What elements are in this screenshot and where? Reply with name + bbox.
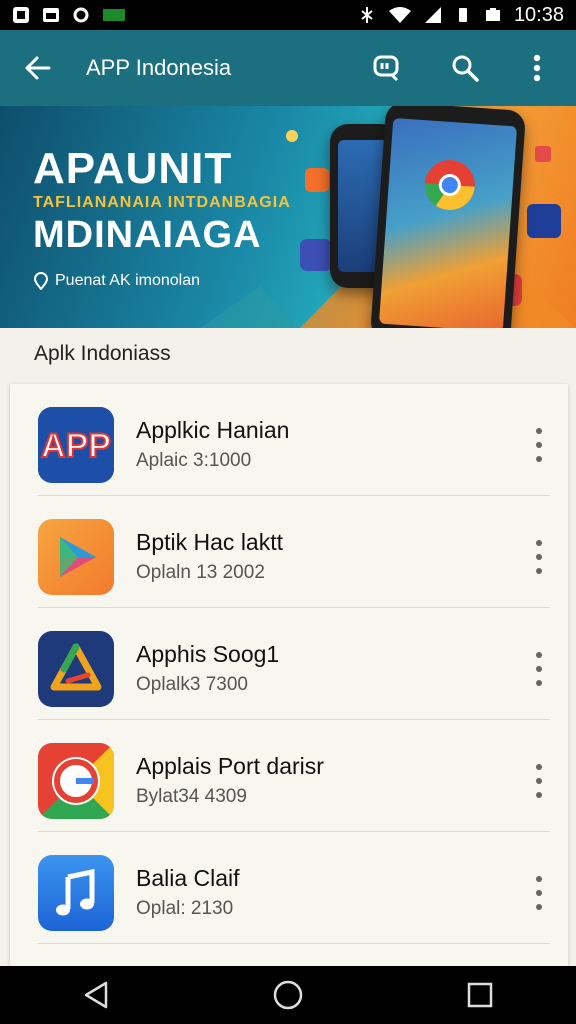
arrow-back-icon: [25, 56, 51, 80]
circle-home-icon: [273, 980, 303, 1010]
divider: [38, 607, 550, 608]
nav-back-button[interactable]: [61, 966, 131, 1024]
search-button[interactable]: [426, 30, 504, 106]
search-icon: [452, 55, 479, 82]
app-bar-title: APP Indonesia: [86, 55, 232, 80]
overflow-menu-button[interactable]: [504, 30, 570, 106]
chrome-logo-icon: [424, 160, 475, 211]
triangle-back-icon: [84, 981, 108, 1009]
back-button[interactable]: [8, 30, 68, 106]
more-options-button[interactable]: [528, 428, 550, 462]
divider: [38, 719, 550, 720]
app-letters-icon: APP: [38, 407, 114, 483]
app-name: Applais Port darisr: [136, 753, 324, 779]
app-meta: Oplalk3 7300: [136, 674, 248, 695]
divider: [38, 943, 550, 944]
more-options-button[interactable]: [528, 540, 550, 574]
app-meta: Aplaic 3:1000: [136, 450, 252, 471]
app-name: Bptik Hac laktt: [136, 529, 283, 555]
more-vert-icon: [533, 54, 541, 82]
chat-button[interactable]: [348, 30, 426, 106]
app-meta: Oplaln 13 2002: [136, 562, 265, 583]
status-bar: 10:38: [0, 0, 576, 30]
notification-icon: [13, 7, 29, 23]
status-time: 10:38: [513, 3, 564, 26]
section-title: Aplk Indoniass: [34, 342, 171, 365]
battery-saver-icon: [103, 9, 125, 21]
app-name: Applkic Hanian: [136, 417, 290, 443]
app-name: Balia Claif: [136, 865, 240, 891]
banner-tagline: Puenat AK imonolan: [33, 272, 200, 290]
app-list: APP Applkic Hanian Aplaic 3:1000 Bptik H…: [10, 384, 568, 974]
app-meta: Oplal: 2130: [136, 898, 234, 919]
chat-icon: [373, 55, 399, 82]
more-options-button[interactable]: [528, 876, 550, 910]
navigation-bar: [0, 966, 576, 1024]
more-options-button[interactable]: [528, 764, 550, 798]
wifi-icon: [388, 7, 411, 23]
image-notification-icon: [43, 8, 59, 22]
promo-banner[interactable]: APAUNIT TAFLIANANAIA INTDANBAGIA MDINAIA…: [0, 106, 576, 328]
divider: [38, 495, 550, 496]
list-item[interactable]: Apphis Soog1 Oplalk3 7300: [10, 614, 568, 725]
signal-icon: [424, 7, 441, 23]
chrome-icon: [38, 743, 114, 819]
sync-icon: [361, 7, 373, 23]
list-item[interactable]: Bptik Hac laktt Oplaln 13 2002: [10, 502, 568, 613]
app-meta: Bylat34 4309: [136, 786, 247, 807]
list-item[interactable]: APP Applkic Hanian Aplaic 3:1000: [10, 390, 568, 501]
nav-home-button[interactable]: [253, 966, 323, 1024]
app-name: Apphis Soog1: [136, 641, 280, 667]
settings-notification-icon: [73, 7, 89, 23]
nav-recents-button[interactable]: [445, 966, 515, 1024]
app-bar: APP Indonesia: [0, 30, 576, 106]
drive-triangle-icon: [38, 631, 114, 707]
banner-tagline-text: Puenat AK imonolan: [55, 272, 200, 289]
banner-headline: APAUNIT: [33, 144, 233, 193]
music-note-icon: [38, 855, 114, 931]
more-options-button[interactable]: [528, 652, 550, 686]
banner-headline-2: MDINAIAGA: [33, 214, 262, 256]
battery-icon: [485, 8, 500, 21]
list-item[interactable]: Applais Port darisr Bylat34 4309: [10, 726, 568, 837]
svg-text:APP: APP: [41, 427, 111, 465]
banner-subline: TAFLIANANAIA INTDANBAGIA: [33, 194, 291, 211]
divider: [38, 831, 550, 832]
vibrate-icon: [458, 8, 467, 22]
location-icon: [33, 272, 49, 290]
list-item[interactable]: Balia Claif Oplal: 2130: [10, 838, 568, 949]
phone-illustration-front: [369, 106, 527, 328]
square-recents-icon: [467, 982, 493, 1008]
play-triangle-icon: [38, 519, 114, 595]
